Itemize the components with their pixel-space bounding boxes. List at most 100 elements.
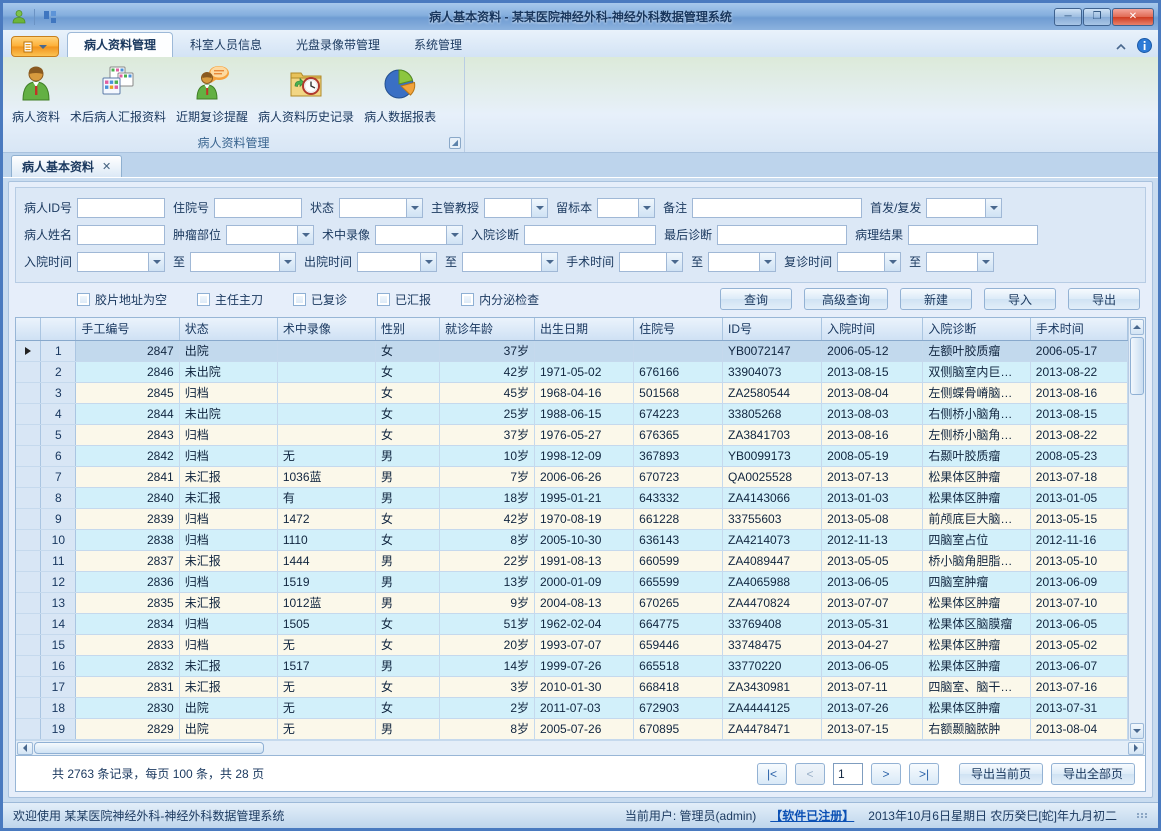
text-input[interactable] <box>214 198 302 218</box>
text-input[interactable] <box>692 198 862 218</box>
vertical-scroll-thumb[interactable] <box>1130 337 1144 395</box>
column-header-7[interactable]: 出生日期 <box>535 318 634 340</box>
checkbox-0[interactable]: 胶片地址为空 <box>77 291 167 308</box>
export-all-pages-button[interactable]: 导出全部页 <box>1051 763 1135 785</box>
combo-dropdown-button[interactable] <box>148 253 164 271</box>
action-button-0[interactable]: 查询 <box>720 288 792 310</box>
horizontal-scroll-thumb[interactable] <box>34 742 264 754</box>
table-row[interactable]: 152833归档无女20岁1993-07-0765944633748475201… <box>16 634 1128 655</box>
text-input[interactable] <box>77 225 165 245</box>
combo-dropdown-button[interactable] <box>446 226 462 244</box>
combo-dropdown-button[interactable] <box>420 253 436 271</box>
checkbox-4[interactable]: 内分泌检查 <box>461 291 539 308</box>
combo-input[interactable] <box>190 252 296 272</box>
combo-input[interactable] <box>226 225 314 245</box>
table-row[interactable]: 32845归档女45岁1968-04-16501568ZA25805442013… <box>16 382 1128 403</box>
table-row[interactable]: 112837未汇报1444男22岁1991-08-13660599ZA40894… <box>16 550 1128 571</box>
ribbon-tab-3[interactable]: 系统管理 <box>397 32 479 57</box>
table-row[interactable]: 122836归档1519男13岁2000-01-09665599ZA406598… <box>16 571 1128 592</box>
combo-dropdown-button[interactable] <box>297 226 313 244</box>
combo-dropdown-button[interactable] <box>666 253 682 271</box>
text-input[interactable] <box>77 198 165 218</box>
text-input[interactable] <box>524 225 656 245</box>
text-input[interactable] <box>908 225 1038 245</box>
combo-input[interactable] <box>619 252 683 272</box>
combo-dropdown-button[interactable] <box>884 253 900 271</box>
vertical-scrollbar[interactable] <box>1128 318 1145 740</box>
combo-dropdown-button[interactable] <box>977 253 993 271</box>
column-header-2[interactable]: 手工编号 <box>76 318 179 340</box>
action-button-4[interactable]: 导出 <box>1068 288 1140 310</box>
combo-input[interactable] <box>926 198 1002 218</box>
tab-close-icon[interactable]: ✕ <box>102 160 111 173</box>
combo-input[interactable] <box>462 252 558 272</box>
table-row[interactable]: 62842归档无男10岁1998-12-09367893YB0099173200… <box>16 445 1128 466</box>
combo-input[interactable] <box>597 198 655 218</box>
combo-input[interactable] <box>926 252 994 272</box>
ribbon-tab-2[interactable]: 光盘录像带管理 <box>279 32 397 57</box>
horizontal-scrollbar[interactable] <box>16 740 1145 755</box>
column-header-8[interactable]: 住院号 <box>634 318 723 340</box>
checkbox-3[interactable]: 已汇报 <box>377 291 431 308</box>
combo-dropdown-button[interactable] <box>759 253 775 271</box>
ribbon-tab-1[interactable]: 科室人员信息 <box>173 32 279 57</box>
ribbon-button-4[interactable]: 病人数据报表 <box>359 61 441 128</box>
ribbon-button-1[interactable]: 术后病人汇报资料 <box>65 61 171 128</box>
scroll-down-icon[interactable] <box>1130 723 1144 739</box>
combo-input[interactable] <box>357 252 437 272</box>
combo-dropdown-button[interactable] <box>541 253 557 271</box>
export-current-page-button[interactable]: 导出当前页 <box>959 763 1043 785</box>
combo-dropdown-button[interactable] <box>406 199 422 217</box>
registered-link[interactable]: 【软件已注册】 <box>770 807 854 824</box>
table-row[interactable]: 182830出院无女2岁2011-07-03672903ZA4444125201… <box>16 697 1128 718</box>
app-menu-button[interactable] <box>11 36 59 57</box>
action-button-3[interactable]: 导入 <box>984 288 1056 310</box>
first-page-button[interactable]: |< <box>757 763 787 785</box>
app-icon[interactable] <box>9 7 29 27</box>
ribbon-button-3[interactable]: 病人资料历史记录 <box>253 61 359 128</box>
scroll-up-icon[interactable] <box>1130 319 1144 335</box>
ribbon-button-2[interactable]: 近期复诊提醒 <box>171 61 253 128</box>
page-number-input[interactable] <box>833 763 863 785</box>
maximize-button[interactable]: ❐ <box>1083 8 1111 26</box>
table-row[interactable]: 192829出院无男8岁2005-07-26670895ZA4478471201… <box>16 718 1128 739</box>
table-row[interactable]: 22846未出院女42岁1971-05-02676166339040732013… <box>16 361 1128 382</box>
table-row[interactable]: 82840未汇报有男18岁1995-01-21643332ZA414306620… <box>16 487 1128 508</box>
combo-input[interactable] <box>837 252 901 272</box>
combo-input[interactable] <box>708 252 776 272</box>
column-header-5[interactable]: 性别 <box>375 318 439 340</box>
combo-input[interactable] <box>77 252 165 272</box>
combo-dropdown-button[interactable] <box>985 199 1001 217</box>
resize-grip[interactable] <box>1137 813 1148 818</box>
close-button[interactable]: ✕ <box>1112 8 1154 26</box>
combo-input[interactable] <box>339 198 423 218</box>
table-row[interactable]: 132835未汇报1012蓝男9岁2004-08-13670265ZA44708… <box>16 592 1128 613</box>
combo-dropdown-button[interactable] <box>279 253 295 271</box>
combo-input[interactable] <box>484 198 548 218</box>
table-row[interactable]: 52843归档女37岁1976-05-27676365ZA38417032013… <box>16 424 1128 445</box>
column-header-10[interactable]: 入院时间 <box>822 318 923 340</box>
column-header-9[interactable]: ID号 <box>722 318 821 340</box>
combo-dropdown-button[interactable] <box>531 199 547 217</box>
table-row[interactable]: 72841未汇报1036蓝男7岁2006-06-26670723QA002552… <box>16 466 1128 487</box>
table-row[interactable]: 42844未出院女25岁1988-06-15674223338052682013… <box>16 403 1128 424</box>
column-header-3[interactable]: 状态 <box>179 318 277 340</box>
table-row[interactable]: 92839归档1472女42岁1970-08-19661228337556032… <box>16 508 1128 529</box>
action-button-2[interactable]: 新建 <box>900 288 972 310</box>
scroll-left-icon[interactable] <box>17 742 33 755</box>
column-header-6[interactable]: 就诊年龄 <box>439 318 534 340</box>
table-row[interactable]: 142834归档1505女51岁1962-02-0466477533769408… <box>16 613 1128 634</box>
table-row[interactable]: 12847出院女37岁YB00721472006-05-12左额叶胶质瘤2006… <box>16 340 1128 361</box>
combo-input[interactable] <box>375 225 463 245</box>
collapse-ribbon-icon[interactable] <box>1115 42 1127 50</box>
table-row[interactable]: 172831未汇报无女3岁2010-01-30668418ZA343098120… <box>16 676 1128 697</box>
table-row[interactable]: 162832未汇报1517男14岁1999-07-266655183377022… <box>16 655 1128 676</box>
table-row[interactable]: 102838归档1110女8岁2005-10-30636143ZA4214073… <box>16 529 1128 550</box>
info-icon[interactable] <box>1137 38 1152 53</box>
dialog-launcher-icon[interactable]: ◢ <box>449 137 461 149</box>
checkbox-2[interactable]: 已复诊 <box>293 291 347 308</box>
last-page-button[interactable]: >| <box>909 763 939 785</box>
next-page-button[interactable]: > <box>871 763 901 785</box>
combo-dropdown-button[interactable] <box>638 199 654 217</box>
quick-access-icon[interactable] <box>40 7 60 27</box>
